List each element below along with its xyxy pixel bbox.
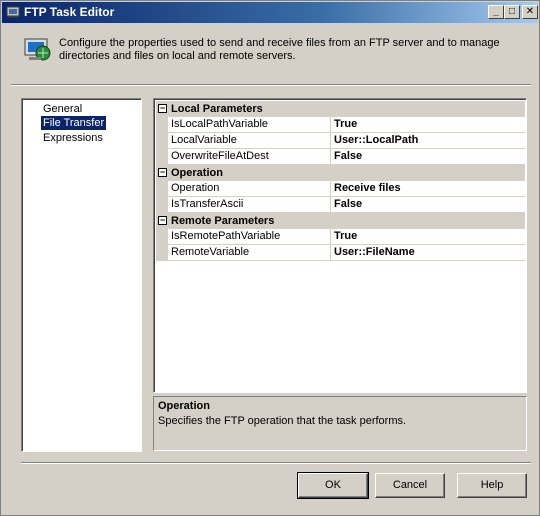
row-gutter	[156, 117, 168, 133]
category-operation[interactable]: − Operation	[156, 165, 525, 181]
ftp-task-icon	[6, 6, 20, 18]
collapse-icon[interactable]: −	[158, 168, 167, 177]
row-gutter	[156, 245, 168, 261]
description-title: Operation	[158, 400, 210, 412]
property-description-panel: Operation Specifies the FTP operation th…	[153, 396, 527, 451]
row-gutter	[156, 197, 168, 213]
help-button[interactable]: Help	[457, 473, 527, 498]
property-row[interactable]: Operation Receive files	[156, 181, 525, 197]
nav-item-file-transfer[interactable]: File Transfer	[41, 116, 107, 130]
property-value[interactable]: User::LocalPath	[334, 133, 525, 149]
close-button[interactable]: ✕	[522, 5, 538, 19]
property-row[interactable]: RemoteVariable User::FileName	[156, 245, 525, 261]
property-row[interactable]: LocalVariable User::LocalPath	[156, 133, 525, 149]
category-local-parameters[interactable]: − Local Parameters	[156, 101, 525, 117]
ftp-task-editor-window: FTP Task Editor _ □ ✕ Configure the prop…	[0, 0, 540, 516]
header-divider	[11, 84, 531, 86]
footer-divider	[21, 462, 531, 464]
collapse-icon[interactable]: −	[158, 216, 167, 225]
property-row[interactable]: OverwriteFileAtDest False	[156, 149, 525, 165]
property-value[interactable]: True	[334, 117, 525, 133]
property-name: OverwriteFileAtDest	[169, 149, 331, 165]
window-title: FTP Task Editor	[24, 5, 115, 19]
category-label: Operation	[171, 167, 223, 179]
collapse-icon[interactable]: −	[158, 104, 167, 113]
property-name: Operation	[169, 181, 331, 197]
cancel-button[interactable]: Cancel	[375, 473, 445, 498]
nav-item-expressions[interactable]: Expressions	[41, 131, 105, 145]
property-value[interactable]: False	[334, 197, 525, 213]
row-gutter	[156, 133, 168, 149]
title-bar[interactable]: FTP Task Editor _ □ ✕	[2, 2, 538, 23]
property-value[interactable]: False	[334, 149, 525, 165]
row-gutter	[156, 149, 168, 165]
description-text: Specifies the FTP operation that the tas…	[158, 415, 407, 427]
ftp-connection-icon	[24, 38, 51, 61]
header-description: Configure the properties used to send an…	[59, 37, 500, 62]
property-row[interactable]: IsRemotePathVariable True	[156, 229, 525, 245]
minimize-button[interactable]: _	[488, 5, 504, 19]
property-value[interactable]: User::FileName	[334, 245, 525, 261]
maximize-button[interactable]: □	[504, 5, 520, 19]
category-label: Local Parameters	[171, 103, 263, 115]
property-row[interactable]: IsLocalPathVariable True	[156, 117, 525, 133]
property-name: IsLocalPathVariable	[169, 117, 331, 133]
ok-button[interactable]: OK	[297, 472, 369, 499]
property-grid[interactable]: − Local Parameters IsLocalPathVariable T…	[153, 98, 527, 393]
property-value[interactable]: True	[334, 229, 525, 245]
property-name: LocalVariable	[169, 133, 331, 149]
nav-item-general[interactable]: General	[41, 102, 84, 116]
property-row[interactable]: IsTransferAscii False	[156, 197, 525, 213]
property-name: RemoteVariable	[169, 245, 331, 261]
row-gutter	[156, 181, 168, 197]
row-gutter	[156, 229, 168, 245]
property-value[interactable]: Receive files	[334, 181, 525, 197]
property-name: IsTransferAscii	[169, 197, 331, 213]
category-remote-parameters[interactable]: − Remote Parameters	[156, 213, 525, 229]
page-navigation-list[interactable]: General File Transfer Expressions	[21, 98, 142, 452]
property-name: IsRemotePathVariable	[169, 229, 331, 245]
category-label: Remote Parameters	[171, 215, 275, 227]
